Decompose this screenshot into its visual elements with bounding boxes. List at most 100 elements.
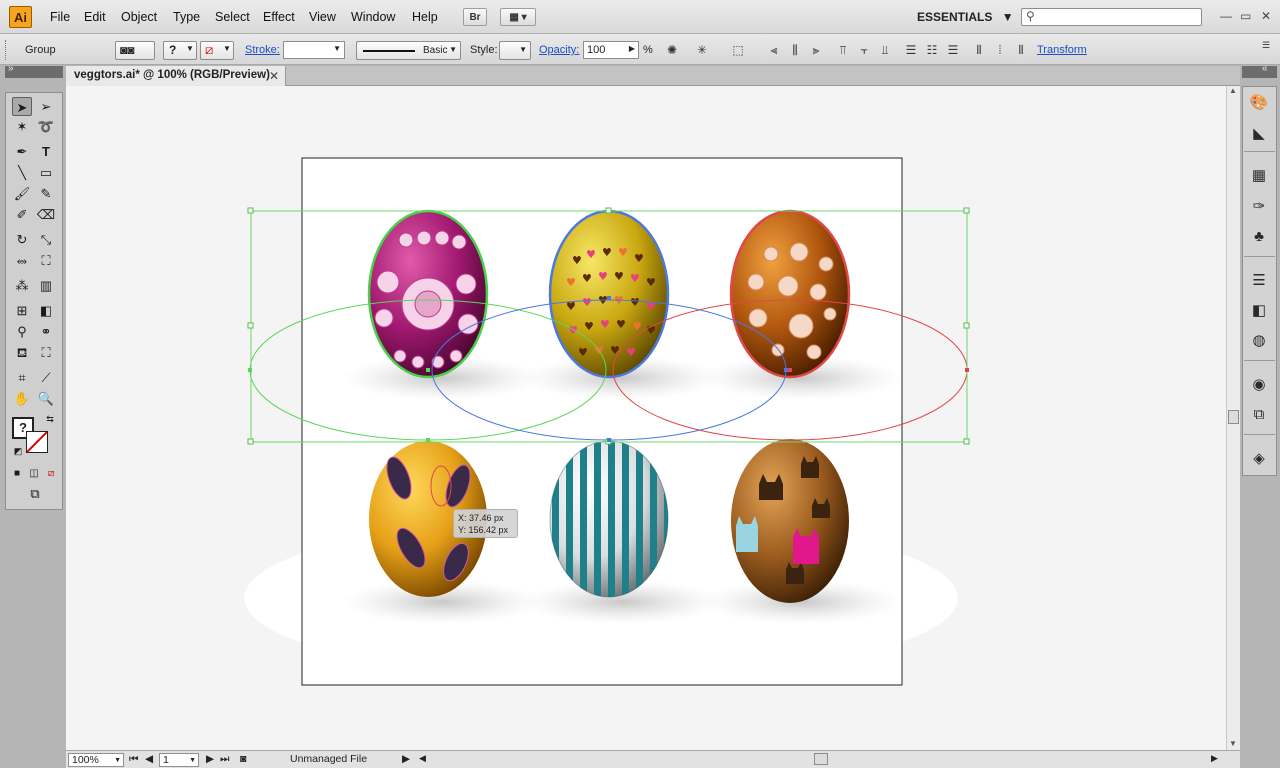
distribute-bottom-icon[interactable]: ☰ <box>945 42 961 58</box>
mesh-tool-icon[interactable]: ⊞ <box>12 301 32 320</box>
workspace-switcher[interactable]: ESSENTIALS ▼ <box>917 10 1014 24</box>
align-top-icon[interactable]: ⫪ <box>835 42 851 58</box>
distribute-left-icon[interactable]: ⦀ <box>971 42 987 58</box>
recolor-artwork-icon[interactable]: ✺ <box>664 42 680 58</box>
status-menu-icon[interactable]: ▶ <box>402 753 410 765</box>
previous-artboard-icon[interactable]: ◀ <box>145 753 153 765</box>
graphic-styles-panel-icon[interactable]: ⧉ <box>1249 405 1269 425</box>
none-mode-icon[interactable]: ⧄ <box>44 467 58 481</box>
screen-mode-icon[interactable]: ⧉ <box>24 486 46 502</box>
bridge-button[interactable]: Br <box>463 8 487 26</box>
stroke-panel-icon[interactable]: ☰ <box>1249 271 1269 291</box>
menu-window[interactable]: Window <box>351 10 395 24</box>
first-artboard-icon[interactable]: ⏮ <box>129 753 138 766</box>
distribute-top-icon[interactable]: ☰ <box>903 42 919 58</box>
minimize-icon[interactable]: — <box>1220 9 1232 23</box>
color-guide-icon[interactable]: ◣ <box>1249 124 1269 144</box>
color-mode-icon[interactable]: ■ <box>10 467 24 481</box>
document-tab[interactable]: veggtors.ai* @ 100% (RGB/Preview) ✕ <box>66 66 286 86</box>
magic-wand-tool-icon[interactable]: ✶ <box>12 117 32 136</box>
canvas[interactable]: ♥ ♥ ♥ ♥ ♥ ♥ ♥ ♥ ♥ ♥ ♥ ♥ ♥ ♥ ♥ ♥ ♥ ♥ ♥ ♥ ♥ ♥ ♥ ♥ ♥ ♥ ♥ <box>66 86 1226 750</box>
column-graph-tool-icon[interactable]: ▥ <box>36 276 56 295</box>
align-bottom-icon[interactable]: ⫫ <box>877 42 893 58</box>
stroke-weight-field[interactable]: ▼ <box>283 41 345 59</box>
control-panel-menu-icon[interactable]: ☰ <box>1258 37 1274 53</box>
menu-file[interactable]: File <box>50 10 70 24</box>
free-transform-tool-icon[interactable]: ⛶ <box>36 251 56 270</box>
distribute-center-icon[interactable]: ⦙ <box>992 42 1008 58</box>
hand-tool-icon[interactable]: ✋ <box>12 389 32 408</box>
rectangle-tool-icon[interactable]: ▭ <box>36 163 56 182</box>
zoom-tool-icon[interactable]: 🔍 <box>36 389 56 408</box>
selection-tool-icon[interactable]: ➤ <box>12 97 32 116</box>
arrange-documents-button[interactable]: ▦ ▾ <box>500 8 536 26</box>
artboard-tool-icon[interactable]: ⌗ <box>12 368 32 387</box>
menu-object[interactable]: Object <box>121 10 157 24</box>
next-artboard-icon[interactable]: ▶ <box>206 753 214 765</box>
layers-panel-icon[interactable]: ◈ <box>1249 449 1269 469</box>
distribute-right-icon[interactable]: ⦀ <box>1013 42 1029 58</box>
pencil-tool-icon[interactable]: ✎ <box>36 184 56 203</box>
scroll-up-icon[interactable]: ▲ <box>1229 86 1237 95</box>
opacity-link[interactable]: Opacity: <box>539 44 579 56</box>
blob-brush-tool-icon[interactable]: ✐ <box>12 205 32 224</box>
gradient-panel-icon[interactable]: ◧ <box>1249 301 1269 321</box>
align-right-icon[interactable]: ⫸ <box>808 42 824 58</box>
gradient-tool-icon[interactable]: ◧ <box>36 301 56 320</box>
align-left-icon[interactable]: ⫷ <box>766 42 782 58</box>
help-search-field[interactable]: ⚲ <box>1021 8 1202 26</box>
distribute-middle-icon[interactable]: ☷ <box>924 42 940 58</box>
swatches-panel-icon[interactable]: ▦ <box>1249 166 1269 186</box>
menu-help[interactable]: Help <box>412 10 438 24</box>
lasso-tool-icon[interactable]: ➰ <box>36 117 56 136</box>
right-dock-header[interactable]: « <box>1242 63 1277 78</box>
fill-swatch[interactable]: ? ▼ <box>163 41 197 60</box>
line-segment-tool-icon[interactable]: ╲ <box>12 163 32 182</box>
live-paint-bucket-tool-icon[interactable]: ⛾ <box>12 343 32 362</box>
symbol-sprayer-tool-icon[interactable]: ⁂ <box>12 276 32 295</box>
menu-edit[interactable]: Edit <box>84 10 106 24</box>
graphic-style-dropdown[interactable]: ▼ <box>499 41 531 60</box>
horizontal-scroll-thumb[interactable] <box>814 753 828 765</box>
stroke-swatch[interactable]: ⧄ ▼ <box>200 41 234 60</box>
appearance-panel-icon[interactable]: ◉ <box>1249 375 1269 395</box>
stroke-color-swatch[interactable] <box>26 431 48 453</box>
swap-fill-stroke-icon[interactable]: ⇆ <box>44 413 56 425</box>
eyedropper-tool-icon[interactable]: ⚲ <box>12 322 32 341</box>
align-center-icon[interactable]: ⫼ <box>787 42 803 58</box>
scale-tool-icon[interactable]: ⤡ <box>36 230 56 249</box>
rotate-tool-icon[interactable]: ↻ <box>12 230 32 249</box>
eraser-tool-icon[interactable]: ⌫ <box>36 205 56 224</box>
slice-tool-icon[interactable]: ⟋ <box>36 368 56 387</box>
scroll-left-icon[interactable]: ◀ <box>419 753 426 764</box>
vertical-scroll-thumb[interactable] <box>1228 410 1239 424</box>
menu-effect[interactable]: Effect <box>263 10 295 24</box>
paintbrush-tool-icon[interactable]: 🖌 <box>12 184 32 203</box>
align-middle-icon[interactable]: ⫟ <box>856 42 872 58</box>
transform-link[interactable]: Transform <box>1037 44 1087 56</box>
brushes-panel-icon[interactable]: ✑ <box>1249 197 1269 217</box>
last-artboard-icon[interactable]: ⏭ <box>220 753 229 766</box>
scroll-down-icon[interactable]: ▼ <box>1229 739 1237 748</box>
scroll-right-icon[interactable]: ▶ <box>1211 753 1218 764</box>
transparency-panel-icon[interactable]: ◍ <box>1249 331 1269 351</box>
close-window-icon[interactable]: ✕ <box>1261 9 1271 23</box>
version-cue-icon[interactable]: ◙ <box>240 753 246 765</box>
type-tool-icon[interactable]: T <box>36 142 56 161</box>
zoom-field[interactable]: 100% ▼ <box>68 753 124 767</box>
width-tool-icon[interactable]: ⥈ <box>12 251 32 270</box>
isolate-group-button[interactable]: ◙◙ <box>115 41 155 60</box>
default-fill-stroke-icon[interactable]: ◩ <box>12 445 24 457</box>
live-paint-selection-tool-icon[interactable]: ⛶ <box>36 343 56 362</box>
stroke-link[interactable]: Stroke: <box>245 44 280 56</box>
gradient-mode-icon[interactable]: ◫ <box>27 467 41 481</box>
select-similar-icon[interactable]: ✳ <box>694 42 710 58</box>
close-icon[interactable]: ✕ <box>269 69 279 83</box>
cat-egg[interactable] <box>731 439 849 603</box>
vertical-scrollbar[interactable]: ▲ ▼ <box>1226 86 1240 750</box>
blend-tool-icon[interactable]: ⚭ <box>36 322 56 341</box>
color-panel-icon[interactable]: 🎨 <box>1249 93 1269 113</box>
brush-definition-dropdown[interactable]: Basic ▼ <box>356 41 461 60</box>
symbols-panel-icon[interactable]: ♣ <box>1249 227 1269 247</box>
direct-selection-tool-icon[interactable]: ➢ <box>36 97 56 116</box>
